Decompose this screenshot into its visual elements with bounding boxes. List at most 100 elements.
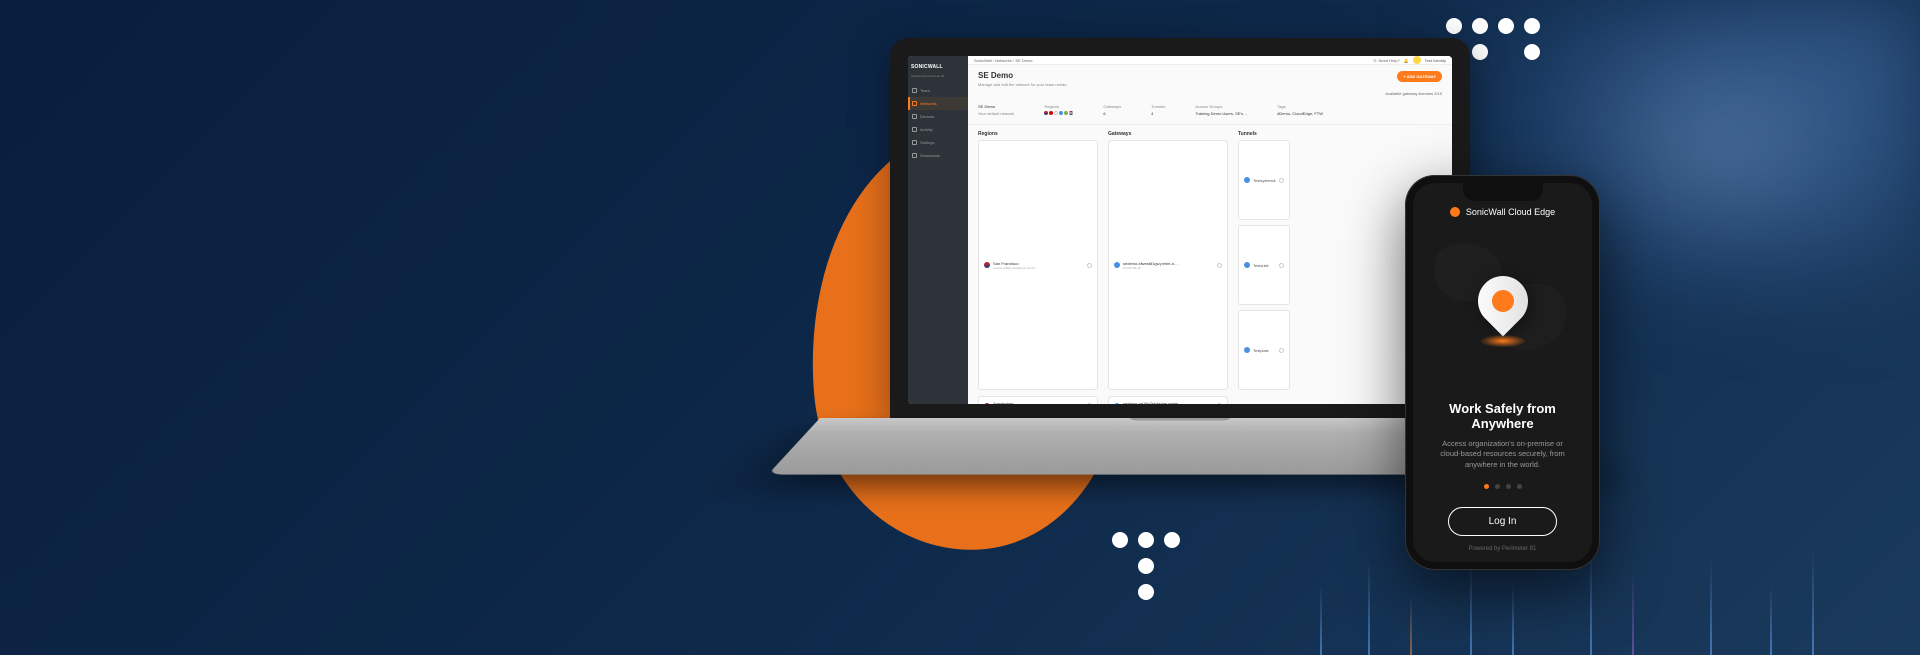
pagination-dots[interactable]: [1484, 484, 1522, 489]
help-link[interactable]: ⊙ Need Help?: [1373, 58, 1399, 63]
card-menu-icon[interactable]: [1279, 178, 1284, 183]
user-name: Test Identity: [1425, 58, 1446, 63]
card-menu-icon[interactable]: [1217, 263, 1222, 268]
tunnel-card[interactable]: TestsystemA: [1238, 140, 1290, 220]
summary-tunnels: Tunnels 4: [1151, 104, 1165, 116]
phone-screen: SonicWall Cloud Edge Work Safely from An…: [1413, 183, 1592, 562]
gateway-icon: [1114, 262, 1120, 268]
region-name: Amsterdam: [993, 401, 1039, 404]
app-sidebar: SONICWALL powered by Perimeter 81 Team N…: [908, 56, 968, 404]
devices-icon: [912, 114, 917, 119]
page-title: SE Demo: [978, 71, 1067, 80]
page-dot[interactable]: [1517, 484, 1522, 489]
card-menu-icon[interactable]: [1217, 403, 1222, 404]
summary-label: Gateways: [1103, 104, 1121, 109]
tunnel-name: Testplatz: [1253, 348, 1269, 353]
sidebar-item-team[interactable]: Team: [908, 84, 968, 97]
gateway-ip: 15.237.84.40: [1123, 266, 1178, 270]
page-dot[interactable]: [1495, 484, 1500, 489]
summary-access-groups: Access Groups Training Demo Users, SE's…: [1195, 104, 1247, 116]
region-flags: [1044, 111, 1073, 115]
region-row: San Francisco sonicw-a30kp.cloudfront.ne…: [968, 140, 1452, 390]
flag-icon: [984, 403, 990, 405]
login-button[interactable]: Log In: [1448, 507, 1558, 536]
summary-label: Tags: [1277, 104, 1323, 109]
sidebar-item-label: Networks: [920, 101, 937, 106]
column-gateways: Gateways: [1108, 131, 1228, 137]
gateway-card[interactable]: sedemo-sfwest81gw.perim-d… 15.237.84.40: [1108, 140, 1228, 390]
tunnel-icon: [1244, 347, 1250, 353]
phone-description: Access organization's on-premise or clou…: [1427, 439, 1578, 471]
page-dot[interactable]: [1506, 484, 1511, 489]
laptop-bezel: SONICWALL powered by Perimeter 81 Team N…: [890, 38, 1470, 418]
region-card[interactable]: San Francisco sonicw-a30kp.cloudfront.ne…: [978, 140, 1098, 390]
brand-logo: SONICWALL: [908, 60, 968, 74]
network-summary-row: SE Demo Your default network Regions Gat…: [968, 100, 1452, 125]
column-tunnels: Tunnels: [1238, 131, 1318, 137]
tunnel-card[interactable]: Testplatz: [1238, 310, 1290, 390]
column-regions: Regions: [978, 131, 1098, 137]
card-menu-icon[interactable]: [1279, 263, 1284, 268]
summary-label: Access Groups: [1195, 104, 1247, 109]
tunnel-name: TestsystemA: [1253, 178, 1276, 183]
sidebar-item-devices[interactable]: Devices: [908, 110, 968, 123]
summary-value: #Demo, CloudEdge, FTW: [1277, 111, 1323, 116]
card-menu-icon[interactable]: [1087, 403, 1092, 404]
avatar[interactable]: [1413, 56, 1421, 64]
summary-value: 6: [1103, 111, 1121, 116]
summary-regions: Regions: [1044, 104, 1073, 116]
summary-label: Regions: [1044, 104, 1073, 109]
gateway-name: sedemo-sfwest81gw.perim-d…: [1123, 261, 1178, 266]
phone-app-name: SonicWall Cloud Edge: [1466, 207, 1555, 217]
laptop-screen: SONICWALL powered by Perimeter 81 Team N…: [908, 56, 1452, 404]
phone-logo-icon: [1450, 207, 1460, 217]
notifications-icon[interactable]: 🔔: [1404, 58, 1409, 63]
location-pin-icon: [1478, 276, 1528, 341]
app-main: SonicWall › Networks › SE Demo ⊙ Need He…: [968, 56, 1452, 404]
gateway-name: sedemo-ne18p7sk4edge.perim…: [1123, 401, 1182, 404]
summary-gateways: Gateways 6: [1103, 104, 1121, 116]
tunnel-card[interactable]: Testsuite: [1238, 225, 1290, 305]
phone-heading: Work Safely from Anywhere: [1427, 401, 1578, 431]
sidebar-item-downloads[interactable]: Downloads: [908, 149, 968, 162]
phone-illustration: [1427, 227, 1578, 391]
phone-app-header: SonicWall Cloud Edge: [1450, 207, 1555, 217]
gateway-card[interactable]: sedemo-ne18p7sk4edge.perim… 3.126.71.53: [1108, 396, 1228, 404]
summary-tags: Tags #Demo, CloudEdge, FTW: [1277, 104, 1323, 116]
sidebar-item-label: Devices: [920, 114, 934, 119]
sidebar-item-label: Team: [920, 88, 930, 93]
sidebar-item-label: Settings: [920, 140, 934, 145]
summary-value: Training Demo Users, SE's…: [1195, 111, 1247, 116]
laptop-device: SONICWALL powered by Perimeter 81 Team N…: [890, 38, 1470, 468]
sidebar-item-networks[interactable]: Networks: [908, 97, 968, 110]
add-gateway-button[interactable]: + ADD GATEWAY: [1397, 71, 1442, 82]
tunnel-name: Testsuite: [1253, 263, 1269, 268]
page-dot[interactable]: [1484, 484, 1489, 489]
sidebar-item-label: Activity: [920, 127, 933, 132]
summary-sub: Your default network: [978, 111, 1014, 116]
summary-value: SE Demo: [978, 104, 1014, 109]
region-host: sonicw-a30kp.cloudfront.net:20…: [993, 266, 1038, 270]
page-header: SE Demo Manage and edit the network for …: [968, 65, 1452, 91]
sidebar-item-activity[interactable]: Activity: [908, 123, 968, 136]
summary-label: Tunnels: [1151, 104, 1165, 109]
phone-footer: Powered by Perimeter 81: [1469, 546, 1537, 552]
topbar-right: ⊙ Need Help? 🔔 Test Identity: [1373, 56, 1446, 64]
phone-notch: [1463, 183, 1543, 201]
settings-icon: [912, 140, 917, 145]
page-subtitle: Manage and edit the network for your tea…: [978, 82, 1067, 87]
summary-network: SE Demo Your default network: [978, 104, 1014, 116]
brand-tagline: powered by Perimeter 81: [908, 74, 968, 84]
summary-value: 4: [1151, 111, 1165, 116]
card-menu-icon[interactable]: [1279, 348, 1284, 353]
breadcrumb[interactable]: SonicWall › Networks › SE Demo: [974, 58, 1033, 63]
networks-icon: [912, 101, 917, 106]
activity-icon: [912, 127, 917, 132]
downloads-icon: [912, 153, 917, 158]
region-card[interactable]: Amsterdam sedemo-a30kp.cloudfront.net:20…: [978, 396, 1098, 404]
card-menu-icon[interactable]: [1087, 263, 1092, 268]
help-label: Need Help?: [1379, 58, 1400, 63]
sidebar-item-settings[interactable]: Settings: [908, 136, 968, 149]
dots-pattern-bottom-center: [1112, 532, 1180, 600]
tunnel-icon: [1244, 177, 1250, 183]
